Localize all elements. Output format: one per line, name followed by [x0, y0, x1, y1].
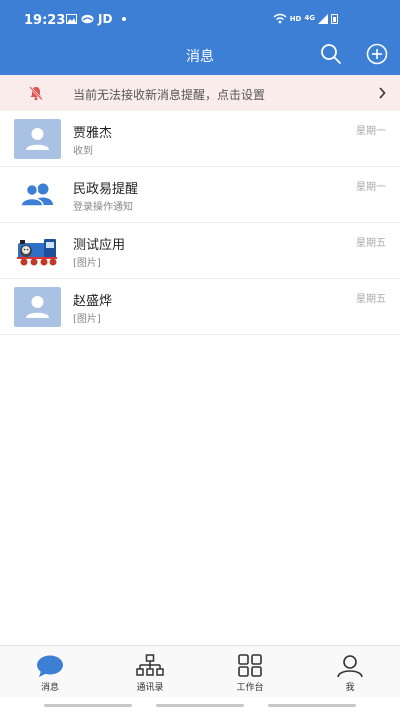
status-bar: 19:23 JD HD 4G [0, 0, 400, 40]
add-button[interactable] [366, 43, 388, 65]
conversation-last-message: 收到 [73, 146, 93, 157]
avatar [14, 175, 61, 215]
notification-banner-text: 当前无法接收新消息提醒，点击设置 [73, 88, 266, 102]
conversation-last-message: 登录操作通知 [73, 202, 133, 213]
user-icon [337, 655, 363, 678]
wifi-icon [273, 13, 287, 24]
conversation-name: 贾雅杰 [73, 126, 113, 141]
conversation-last-message: [图片] [73, 314, 101, 325]
search-icon [321, 44, 341, 64]
gesture-bar [44, 704, 132, 707]
conversation-item[interactable]: 测试应用 [图片] 星期五 [0, 223, 400, 279]
status-time: 19:23 [24, 13, 66, 28]
plus-circle-icon [366, 43, 388, 65]
conversation-name: 民政易提醒 [73, 182, 139, 197]
status-right-icons: HD 4G [273, 13, 338, 24]
bottom-tab-bar: 消息 通讯录 工作台 我 [0, 645, 400, 697]
avatar [14, 231, 61, 271]
chevron-right-icon [379, 87, 386, 99]
battery-icon [331, 13, 338, 24]
notification-dot [122, 17, 127, 21]
network-type-label: 4G [304, 14, 315, 22]
image-icon [66, 14, 77, 24]
conversation-item[interactable]: 民政易提醒 登录操作通知 星期一 [0, 167, 400, 223]
status-left-icons: JD [66, 12, 127, 26]
tab-label: 消息 [40, 683, 59, 693]
conversation-name: 测试应用 [73, 238, 126, 253]
tab-label: 我 [345, 683, 355, 693]
carrier-label: JD [98, 12, 113, 26]
tab-workbench[interactable]: 工作台 [200, 646, 300, 698]
signal-icon [318, 13, 328, 24]
conversation-time: 星期五 [356, 294, 386, 305]
avatar [14, 119, 61, 159]
conversation-last-message: [图片] [73, 258, 101, 269]
gesture-bar [156, 704, 244, 707]
notification-banner[interactable]: 当前无法接收新消息提醒，点击设置 [0, 75, 400, 111]
conversation-item[interactable]: 赵盛烨 [图片] 星期五 [0, 279, 400, 335]
avatar [14, 287, 61, 327]
person-placeholder-icon [26, 296, 49, 318]
gesture-bar [268, 704, 356, 707]
tab-contacts[interactable]: 通讯录 [100, 646, 200, 698]
search-button[interactable] [320, 43, 342, 65]
cloud-icon [81, 14, 94, 24]
group-icon [20, 183, 53, 207]
tab-messages[interactable]: 消息 [0, 646, 100, 698]
conversation-time: 星期一 [356, 126, 386, 137]
tab-label: 通讯录 [136, 683, 164, 693]
conversation-item[interactable]: 贾雅杰 收到 星期一 [0, 111, 400, 167]
app-header: 19:23 JD HD 4G 消息 [0, 0, 400, 75]
bell-off-icon [29, 86, 43, 101]
conversation-name: 赵盛烨 [73, 294, 113, 309]
chat-bubble-icon [37, 655, 63, 677]
conversation-time: 星期一 [356, 182, 386, 193]
grid-icon [238, 654, 262, 677]
train-icon [17, 239, 57, 266]
conversation-list: 贾雅杰 收到 星期一 民政易提醒 登录操作通知 星期一 测试应用 [图片] 星期… [0, 111, 400, 335]
org-chart-icon [136, 654, 164, 676]
tab-label: 工作台 [236, 683, 264, 693]
hd-label: HD [289, 14, 302, 23]
tab-me[interactable]: 我 [300, 646, 400, 698]
person-placeholder-icon [26, 128, 49, 150]
conversation-time: 星期五 [356, 238, 386, 249]
